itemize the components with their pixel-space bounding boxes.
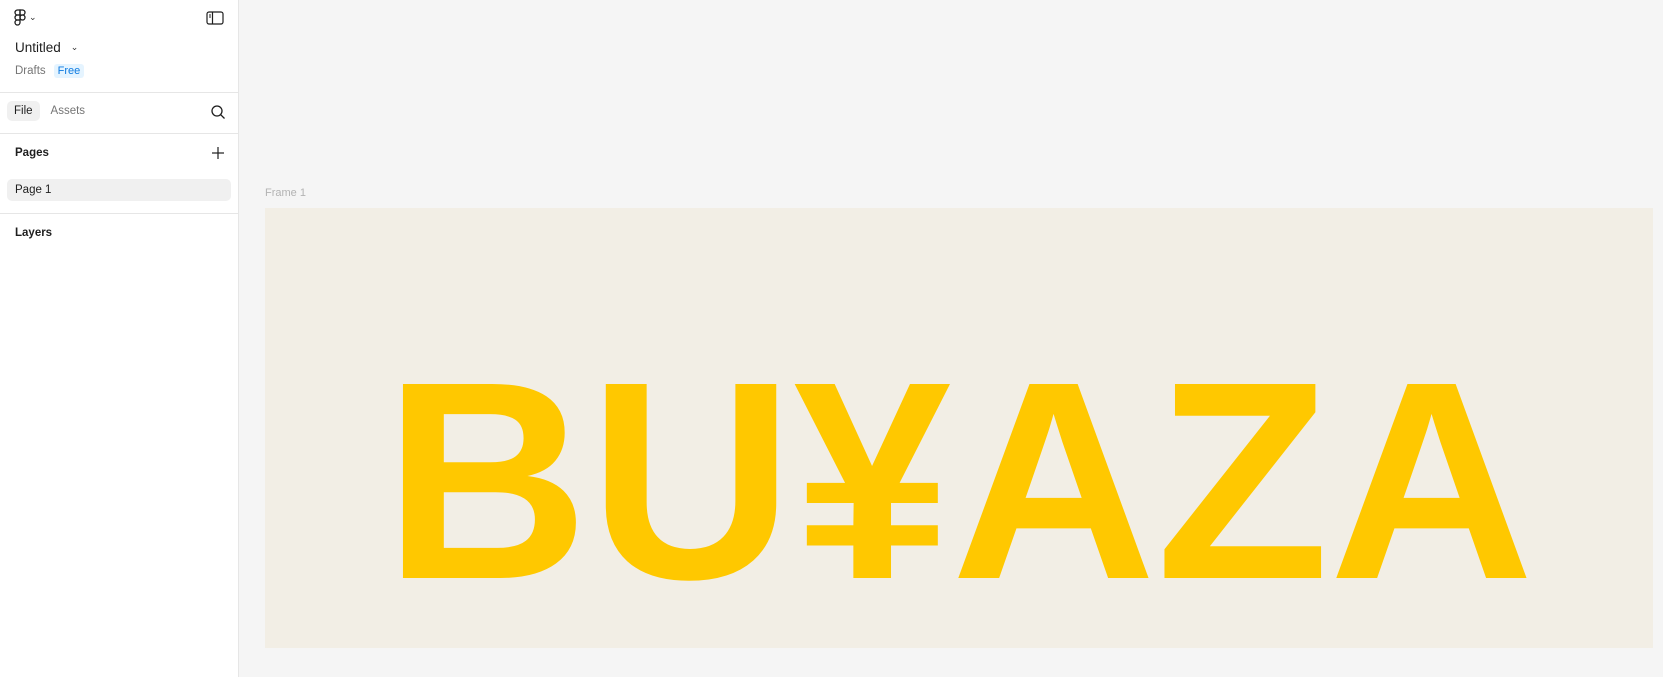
tab-assets[interactable]: Assets	[44, 101, 93, 121]
frame-1[interactable]: BU¥AZA	[265, 208, 1653, 648]
sidebar-tabs: File Assets	[7, 101, 92, 121]
divider	[0, 133, 239, 134]
chevron-down-icon: ⌄	[70, 42, 79, 52]
main-menu-button[interactable]: ⌄	[14, 9, 37, 26]
tab-file[interactable]: File	[7, 101, 40, 121]
chevron-down-icon: ⌄	[29, 12, 37, 22]
frame-artwork: BU¥AZA	[384, 323, 1534, 638]
plus-icon[interactable]	[211, 146, 225, 160]
divider	[0, 213, 239, 214]
divider	[0, 92, 239, 93]
page-item-label: Page 1	[15, 184, 52, 196]
left-sidebar: ⌄ Untitled ⌄ Drafts Free File Assets Pag…	[0, 0, 239, 677]
plan-badge: Free	[53, 64, 85, 78]
search-icon[interactable]	[210, 104, 226, 120]
page-item-page-1[interactable]: Page 1	[7, 179, 231, 201]
frame-label[interactable]: Frame 1	[265, 187, 306, 199]
layers-heading: Layers	[15, 227, 53, 239]
file-meta: Drafts Free	[15, 64, 85, 78]
figma-logo-icon	[14, 9, 26, 26]
file-title: Untitled	[15, 40, 61, 55]
drafts-link[interactable]: Drafts	[15, 65, 46, 77]
canvas[interactable]: Frame 1 BU¥AZA	[240, 0, 1663, 677]
pages-heading: Pages	[15, 147, 49, 159]
sidebar-topbar: ⌄	[0, 0, 239, 36]
file-title-button[interactable]: Untitled ⌄	[15, 40, 78, 55]
frame-text-layer[interactable]: BU¥AZA	[384, 323, 1534, 638]
app-window: ⌄ Untitled ⌄ Drafts Free File Assets Pag…	[0, 0, 1663, 677]
panel-toggle-icon[interactable]	[206, 10, 224, 26]
